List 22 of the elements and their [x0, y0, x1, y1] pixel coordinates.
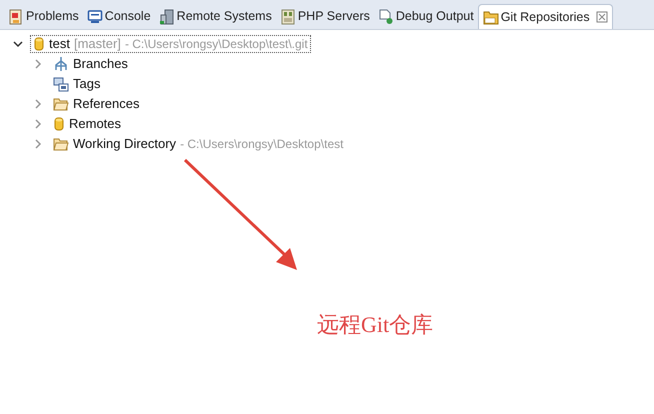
- tree-item[interactable]: Remotes: [50, 115, 124, 133]
- view-tab[interactable]: Git Repositories: [478, 4, 613, 29]
- view-tab[interactable]: Console: [82, 4, 155, 29]
- view-tab[interactable]: Remote Systems: [154, 4, 276, 29]
- tree-item[interactable]: test [master] - C:\Users\rongsy\Desktop\test\.git: [30, 35, 311, 53]
- view-tab[interactable]: PHP Servers: [276, 4, 374, 29]
- item-label: test: [49, 35, 70, 54]
- view-tab[interactable]: Debug Output: [374, 4, 478, 29]
- tree-item[interactable]: References: [50, 95, 142, 113]
- item-label: Tags: [73, 75, 100, 94]
- view-tab[interactable]: Problems: [4, 4, 83, 29]
- tree-item[interactable]: Branches: [50, 55, 131, 73]
- path-label: - C:\Users\rongsy\Desktop\test\.git: [124, 36, 308, 53]
- tree-item[interactable]: Working Directory - C:\Users\rongsy\Desktop\test: [50, 135, 346, 153]
- item-label: Working Directory: [73, 135, 176, 154]
- item-label: Branches: [73, 55, 128, 74]
- item-label: References: [73, 95, 140, 114]
- tree-item[interactable]: Tags: [50, 75, 104, 93]
- branch-label: [master]: [74, 35, 121, 54]
- path-label: - C:\Users\rongsy\Desktop\test: [180, 136, 344, 153]
- item-label: Remotes: [69, 115, 122, 134]
- annotation-text: 远程Git仓库: [317, 311, 434, 339]
